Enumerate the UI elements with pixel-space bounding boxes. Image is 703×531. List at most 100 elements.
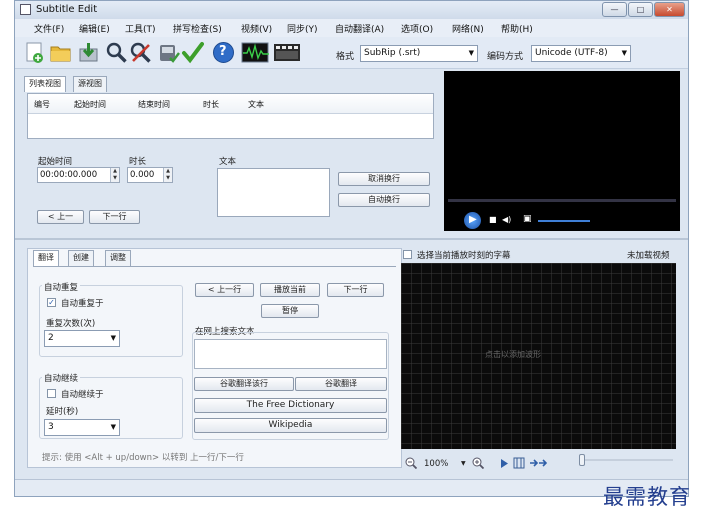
auto-continue-title: 自动继续 bbox=[42, 372, 81, 384]
menu-spellcheck[interactable]: 拼写检查(S) bbox=[173, 22, 222, 35]
zoom-in-icon[interactable] bbox=[472, 457, 485, 470]
format-label: 格式 bbox=[336, 52, 355, 62]
seek-forward-icon[interactable] bbox=[529, 457, 548, 469]
encoding-label: 编码方式 bbox=[487, 52, 524, 62]
col-end-time[interactable]: 结束时间 bbox=[138, 99, 170, 110]
tab-translate[interactable]: 翻译 bbox=[33, 250, 59, 266]
menu-sync[interactable]: 同步(Y) bbox=[287, 22, 318, 35]
insert-subtitle-icon[interactable] bbox=[513, 457, 525, 469]
tab-list-view[interactable]: 列表视图 bbox=[24, 76, 66, 92]
delay-select[interactable]: 3 ▼ bbox=[44, 419, 120, 436]
open-folder-icon[interactable] bbox=[49, 41, 72, 64]
chevron-down-icon: ▼ bbox=[110, 423, 116, 431]
auto-repeat-title: 自动重复 bbox=[42, 281, 81, 293]
prev-line-button[interactable]: < 上一 bbox=[37, 210, 84, 224]
repeat-count-label: 重复次数(次) bbox=[46, 319, 96, 329]
save-icon[interactable] bbox=[77, 41, 100, 64]
play-current-button[interactable]: 播放当前 bbox=[260, 283, 320, 297]
splitter[interactable] bbox=[15, 238, 688, 240]
duration-value: 0.000 bbox=[130, 170, 155, 180]
minimize-button[interactable]: — bbox=[602, 2, 627, 17]
stop-icon[interactable]: ■ bbox=[489, 215, 497, 224]
waveform-panel[interactable]: 点击以添加波形 bbox=[401, 263, 676, 449]
close-button[interactable]: ✕ bbox=[654, 2, 685, 17]
zoom-out-icon[interactable] bbox=[405, 457, 418, 470]
auto-break-button[interactable]: 自动换行 bbox=[338, 193, 430, 207]
encoding-select[interactable]: Unicode (UTF-8) ▼ bbox=[531, 45, 631, 62]
pause-button[interactable]: 暂停 bbox=[261, 304, 319, 318]
volume-icon[interactable]: ◀) bbox=[502, 215, 511, 224]
zoom-value[interactable]: 100% bbox=[424, 459, 448, 469]
tab-divider bbox=[33, 266, 396, 267]
tab-source-view[interactable]: 源视图 bbox=[73, 76, 107, 92]
start-time-input[interactable]: 00:00:00.000 ▲ ▼ bbox=[37, 167, 120, 183]
wikipedia-button[interactable]: Wikipedia bbox=[194, 418, 387, 433]
replace-icon[interactable] bbox=[129, 41, 152, 64]
auto-continue-label: 自动继续于 bbox=[61, 390, 104, 400]
menu-help[interactable]: 帮助(H) bbox=[501, 22, 533, 35]
google-translate-button[interactable]: 谷歌翻译 bbox=[295, 377, 387, 391]
select-current-checkbox[interactable] bbox=[403, 250, 412, 259]
next-line-button[interactable]: 下一行 bbox=[89, 210, 140, 224]
delay-label: 延时(秒) bbox=[46, 407, 79, 417]
prev-subtitle-button[interactable]: < 上一行 bbox=[195, 283, 254, 297]
chevron-down-icon: ▼ bbox=[468, 49, 474, 57]
next-subtitle-button[interactable]: 下一行 bbox=[327, 283, 384, 297]
google-translate-line-button[interactable]: 谷歌翻译该行 bbox=[194, 377, 294, 391]
spellcheck-checkmark-icon[interactable] bbox=[181, 41, 204, 64]
menu-options[interactable]: 选项(O) bbox=[401, 22, 433, 35]
slider-thumb[interactable] bbox=[579, 454, 585, 466]
free-dictionary-button[interactable]: The Free Dictionary bbox=[194, 398, 387, 413]
menu-edit[interactable]: 编辑(E) bbox=[79, 22, 110, 35]
menu-video[interactable]: 视频(V) bbox=[241, 22, 272, 35]
auto-repeat-label: 自动重复于 bbox=[61, 299, 104, 309]
app-window: Subtitle Edit — □ ✕ 文件(F) 编辑(E) 工具(T) 拼写… bbox=[14, 0, 689, 497]
video-position-track[interactable] bbox=[448, 199, 676, 202]
encoding-value: Unicode (UTF-8) bbox=[535, 48, 608, 58]
video-toggle-icon[interactable] bbox=[273, 41, 301, 64]
subtitle-grid[interactable]: 编号 起始时间 结束时间 时长 文本 bbox=[27, 93, 434, 139]
auto-repeat-checkbox[interactable]: ✓ bbox=[47, 298, 56, 307]
tab-create[interactable]: 创建 bbox=[68, 250, 94, 266]
menu-file[interactable]: 文件(F) bbox=[34, 22, 64, 35]
menu-network[interactable]: 网络(N) bbox=[452, 22, 484, 35]
start-time-spinner[interactable]: ▲ ▼ bbox=[110, 168, 119, 182]
repeat-count-select[interactable]: 2 ▼ bbox=[44, 330, 120, 347]
fix-errors-icon[interactable] bbox=[158, 41, 181, 64]
search-text-box[interactable] bbox=[194, 339, 387, 369]
search-icon[interactable] bbox=[105, 41, 128, 64]
volume-slider[interactable] bbox=[538, 220, 590, 222]
unbreak-button[interactable]: 取消换行 bbox=[338, 172, 430, 186]
fullscreen-icon[interactable]: ▣ bbox=[523, 214, 532, 224]
watermark-text: 最需教育 bbox=[603, 485, 691, 509]
maximize-button[interactable]: □ bbox=[628, 2, 653, 17]
menu-tools[interactable]: 工具(T) bbox=[125, 22, 156, 35]
chevron-down-icon[interactable]: ▼ bbox=[461, 460, 466, 467]
col-start-time[interactable]: 起始时间 bbox=[74, 99, 106, 110]
play-small-icon[interactable] bbox=[499, 458, 509, 469]
app-icon bbox=[20, 4, 31, 15]
duration-spinner[interactable]: ▲ ▼ bbox=[163, 168, 172, 182]
duration-input[interactable]: 0.000 ▲ ▼ bbox=[127, 167, 173, 183]
status-bar bbox=[15, 479, 688, 496]
col-text[interactable]: 文本 bbox=[248, 99, 264, 110]
start-time-label: 起始时间 bbox=[38, 157, 73, 167]
play-icon: ▶ bbox=[469, 214, 477, 225]
click-to-add-waveform: 点击以添加波形 bbox=[485, 350, 541, 359]
new-file-icon[interactable] bbox=[23, 41, 46, 64]
col-number[interactable]: 编号 bbox=[34, 99, 50, 110]
waveform-speed-slider[interactable] bbox=[579, 454, 675, 466]
format-select[interactable]: SubRip (.srt) ▼ bbox=[360, 45, 478, 62]
help-icon[interactable]: ? bbox=[212, 41, 235, 64]
subtitle-text-area[interactable] bbox=[217, 168, 330, 217]
chevron-down-icon: ▼ bbox=[621, 49, 627, 57]
tab-adjust[interactable]: 调整 bbox=[105, 250, 131, 266]
auto-continue-checkbox[interactable] bbox=[47, 389, 56, 398]
format-value: SubRip (.srt) bbox=[364, 48, 421, 58]
toolbar: ? 格式 SubRip (.srt) ▼ 编码方式 Unicode (UTF-8)… bbox=[15, 37, 688, 69]
repeat-count-value: 2 bbox=[48, 333, 54, 343]
waveform-toggle-icon[interactable] bbox=[241, 41, 269, 64]
col-duration[interactable]: 时长 bbox=[203, 99, 219, 110]
video-player[interactable]: ▶ ■ ◀) ▣ bbox=[444, 71, 680, 231]
menu-auto-translate[interactable]: 自动翻译(A) bbox=[335, 22, 384, 35]
